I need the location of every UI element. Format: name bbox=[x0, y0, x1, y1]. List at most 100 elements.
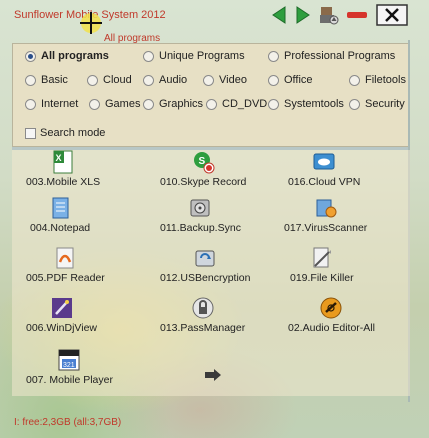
radio-label: Filetools bbox=[365, 74, 406, 86]
cloud-vpn-icon bbox=[313, 153, 335, 170]
app-mobile-player[interactable]: 321 007. Mobile Player bbox=[26, 348, 113, 386]
radio-audio[interactable]: Audio bbox=[143, 74, 187, 86]
radio-video[interactable]: Video bbox=[203, 74, 247, 86]
radio-dot bbox=[87, 74, 98, 86]
radio-dot bbox=[25, 50, 36, 62]
notepad-icon bbox=[52, 197, 69, 219]
app-mobile-xls[interactable]: X 003.Mobile XLS bbox=[26, 150, 100, 188]
svg-text:321: 321 bbox=[63, 362, 75, 369]
pdf-icon bbox=[56, 247, 74, 269]
radio-label: Internet bbox=[41, 98, 79, 110]
radio-filetools[interactable]: Filetools bbox=[349, 74, 406, 86]
radio-dot bbox=[349, 98, 360, 110]
radio-dot bbox=[268, 98, 279, 110]
lock-icon bbox=[192, 297, 214, 319]
radio-label: Audio bbox=[159, 74, 188, 86]
radio-professional-programs[interactable]: Professional Programs bbox=[268, 50, 395, 62]
radio-label: Systemtools bbox=[284, 98, 344, 110]
radio-games[interactable]: Games bbox=[89, 98, 140, 110]
radio-label: Professional Programs bbox=[284, 50, 396, 62]
radio-label: CD_DVD bbox=[222, 98, 268, 110]
app-label: 019.File Killer bbox=[290, 272, 354, 284]
radio-cloud[interactable]: Cloud bbox=[87, 74, 132, 86]
app-virus-scanner[interactable]: 017.VirusScanner bbox=[284, 196, 367, 234]
radio-label: All programs bbox=[41, 50, 109, 62]
media-player-icon: 321 bbox=[58, 349, 80, 371]
app-file-killer[interactable]: 019.File Killer bbox=[290, 246, 354, 284]
app-skype-record[interactable]: S 010.Skype Record bbox=[160, 150, 246, 188]
minimize-icon bbox=[347, 12, 367, 18]
app-label: 006.WinDjView bbox=[26, 322, 98, 334]
radio-dot bbox=[143, 50, 154, 62]
radio-dot bbox=[349, 74, 360, 86]
app-notepad[interactable]: 004.Notepad bbox=[30, 196, 90, 234]
next-page-arrow-icon[interactable] bbox=[204, 368, 222, 382]
radio-internet[interactable]: Internet bbox=[25, 98, 78, 110]
radio-label: Video bbox=[219, 74, 247, 86]
radio-cd-dvd[interactable]: CD_DVD bbox=[206, 98, 267, 110]
radio-security[interactable]: Security bbox=[349, 98, 405, 110]
close-button[interactable] bbox=[376, 4, 408, 26]
drive-status: I: free:2,3GB (all:3,7GB) bbox=[14, 417, 122, 428]
radio-label: Office bbox=[284, 74, 313, 86]
radio-label: Graphics bbox=[159, 98, 204, 110]
app-label: 007. Mobile Player bbox=[26, 374, 113, 386]
program-grid: X 003.Mobile XLS 004.Notepad 005.PDF Rea… bbox=[12, 150, 410, 396]
skype-record-icon: S bbox=[194, 152, 215, 174]
app-backup-sync[interactable]: 011.Backup.Sync bbox=[160, 196, 241, 234]
app-label: 016.Cloud VPN bbox=[288, 176, 361, 188]
radio-office[interactable]: Office bbox=[268, 74, 313, 86]
app-label: 010.Skype Record bbox=[160, 176, 247, 188]
radio-dot bbox=[206, 98, 217, 110]
file-killer-icon bbox=[313, 247, 331, 268]
app-label: 012.USBencryption bbox=[160, 272, 251, 284]
app-label: 013.PassManager bbox=[160, 322, 246, 334]
radio-dot bbox=[268, 50, 279, 62]
app-label: 003.Mobile XLS bbox=[26, 176, 101, 188]
title-bar: Sunflower Mobile System 2012 bbox=[0, 0, 429, 34]
app-label: 005.PDF Reader bbox=[26, 272, 105, 284]
back-button[interactable] bbox=[268, 4, 290, 26]
virus-scanner-icon bbox=[316, 199, 337, 218]
radio-graphics[interactable]: Graphics bbox=[143, 98, 203, 110]
close-icon bbox=[376, 4, 408, 26]
windjview-icon bbox=[51, 298, 72, 318]
radio-all-programs[interactable]: All programs bbox=[25, 50, 109, 62]
svg-text:X: X bbox=[56, 153, 62, 163]
usb-encryption-icon bbox=[195, 250, 215, 267]
radio-label: Cloud bbox=[103, 74, 132, 86]
minimize-button[interactable] bbox=[346, 4, 368, 26]
app-pdf-reader[interactable]: 005.PDF Reader bbox=[26, 246, 105, 284]
filter-panel: All programs Unique Programs Professiona… bbox=[12, 43, 410, 147]
forward-button[interactable] bbox=[292, 4, 314, 26]
app-pass-manager[interactable]: 013.PassManager bbox=[160, 296, 245, 334]
app-windjview[interactable]: 006.WinDjView bbox=[26, 296, 97, 334]
radio-dot bbox=[143, 74, 154, 86]
arrow-right-icon bbox=[296, 6, 310, 24]
app-cloud-vpn[interactable]: 016.Cloud VPN bbox=[288, 150, 360, 188]
radio-dot bbox=[89, 98, 100, 110]
audio-editor-icon bbox=[320, 297, 342, 319]
radio-label: Security bbox=[365, 98, 405, 110]
search-mode-checkbox[interactable]: Search mode bbox=[25, 127, 105, 139]
app-label: 004.Notepad bbox=[30, 222, 91, 234]
crosshair-cursor-icon bbox=[80, 12, 102, 34]
search-mode-label: Search mode bbox=[40, 127, 106, 139]
eject-button[interactable] bbox=[318, 4, 340, 26]
radio-label: Games bbox=[105, 98, 141, 110]
app-label: 011.Backup.Sync bbox=[160, 222, 241, 234]
radio-unique-programs[interactable]: Unique Programs bbox=[143, 50, 245, 62]
app-label: 017.VirusScanner bbox=[284, 222, 368, 234]
radio-systemtools[interactable]: Systemtools bbox=[268, 98, 344, 110]
radio-dot bbox=[25, 98, 36, 110]
app-audio-editor[interactable]: 02.Audio Editor-All bbox=[288, 296, 375, 334]
arrow-left-icon bbox=[272, 6, 286, 24]
backup-drive-icon bbox=[190, 199, 210, 217]
radio-basic[interactable]: Basic bbox=[25, 74, 68, 86]
checkbox-box bbox=[25, 127, 36, 139]
radio-dot bbox=[25, 74, 36, 86]
radio-dot bbox=[203, 74, 214, 86]
app-usb-encryption[interactable]: 012.USBencryption bbox=[160, 246, 250, 284]
app-label: 02.Audio Editor-All bbox=[288, 322, 375, 334]
radio-label: Unique Programs bbox=[159, 50, 245, 62]
